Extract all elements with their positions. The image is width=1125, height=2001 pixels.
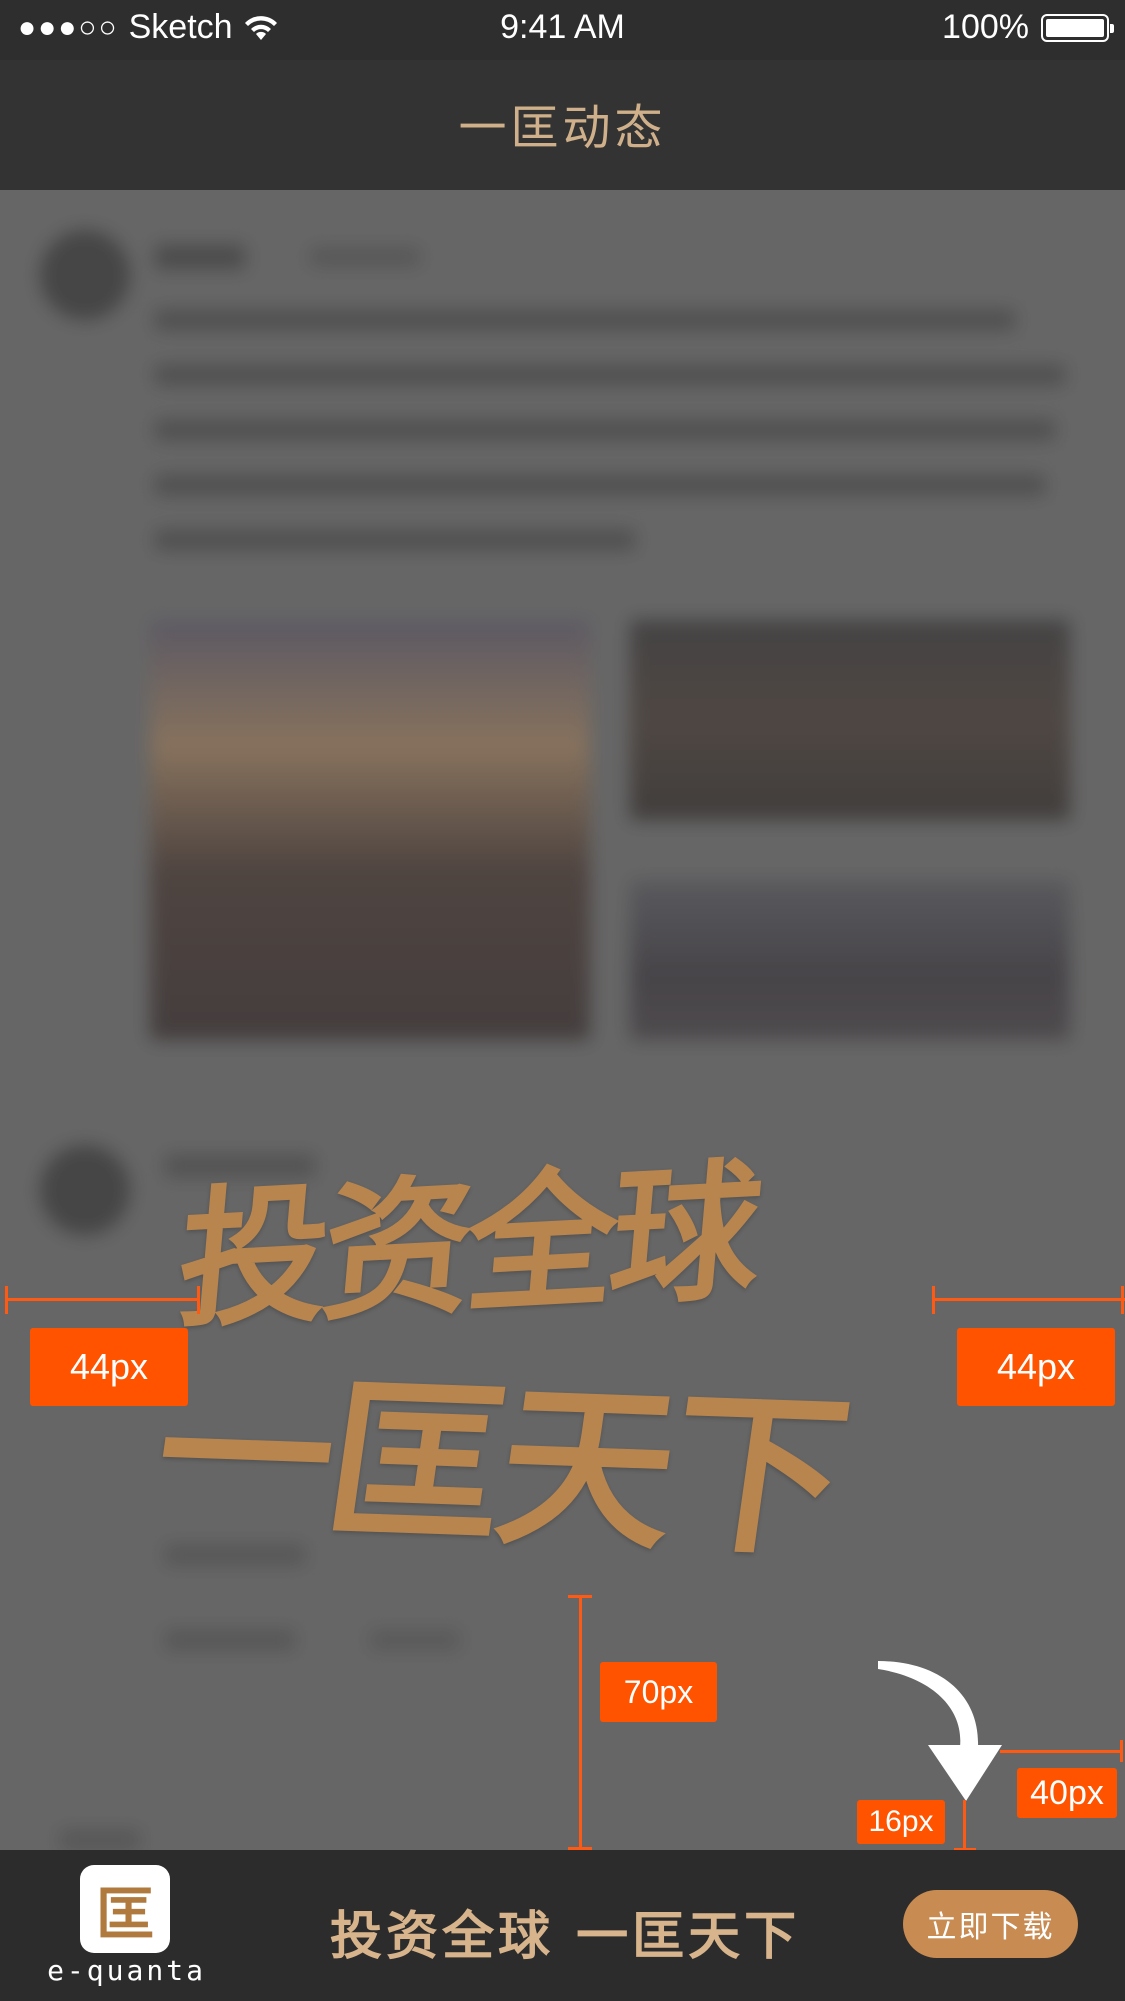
time-placeholder: [310, 248, 420, 266]
status-right: 100%: [942, 8, 1114, 47]
text-line: [370, 1630, 460, 1650]
banner-slogan: 投资全球 一匡天下: [330, 1907, 801, 1967]
logo-wordmark: e-quanta: [47, 1954, 206, 1987]
dimension-cap: [197, 1286, 200, 1314]
username-placeholder: [155, 245, 245, 269]
status-bar: ●●●○○ Sketch 9:41 AM 100%: [0, 0, 1125, 60]
slogan-line-2: 一匡天下: [143, 1352, 857, 1581]
text-line: [155, 365, 1065, 385]
slogan-calligraphy: 投资全球 一匡天下: [144, 1120, 960, 1581]
text-line: [165, 1630, 295, 1650]
post-photo: [150, 620, 590, 1040]
logo-icon: 匡: [95, 1880, 154, 1948]
text-line: [155, 475, 1045, 495]
avatar: [60, 1830, 140, 1850]
dimension-line-left: [5, 1298, 200, 1301]
download-banner: 匡 e-quanta 投资全球 一匡天下 立即下载: [0, 1850, 1125, 2001]
battery-percent: 100%: [942, 8, 1029, 46]
feed-background: [0, 190, 1125, 1850]
dimension-badge-left: 44px: [30, 1328, 188, 1406]
text-line: [155, 530, 635, 550]
avatar: [40, 230, 130, 320]
dimension-badge-vertical: 70px: [600, 1662, 717, 1722]
battery-icon: [1041, 13, 1114, 42]
text-line: [155, 420, 1055, 440]
dimension-badge-small: 16px: [857, 1800, 945, 1844]
dimension-line-small: [963, 1800, 966, 1850]
dimension-line-right-small: [1000, 1750, 1122, 1753]
page-title: 一匡动态: [458, 100, 667, 156]
app-logo: 匡: [80, 1865, 170, 1953]
dimension-badge-right: 44px: [957, 1328, 1115, 1406]
post-photo: [630, 620, 1070, 820]
dimension-cap: [1121, 1286, 1124, 1314]
curved-arrow-icon: [878, 1661, 1002, 1801]
nav-bar: 一匡动态: [0, 60, 1125, 190]
avatar: [40, 1145, 130, 1235]
dimension-badge-right-small: 40px: [1017, 1768, 1117, 1818]
dimension-cap: [1120, 1740, 1123, 1762]
text-line: [155, 310, 1015, 330]
blurred-feed: [0, 190, 1125, 1850]
download-button[interactable]: 立即下载: [903, 1890, 1078, 1958]
post-photo: [630, 880, 1070, 1040]
dimension-line-vertical: [579, 1595, 582, 1850]
dimension-line-right: [932, 1298, 1125, 1301]
